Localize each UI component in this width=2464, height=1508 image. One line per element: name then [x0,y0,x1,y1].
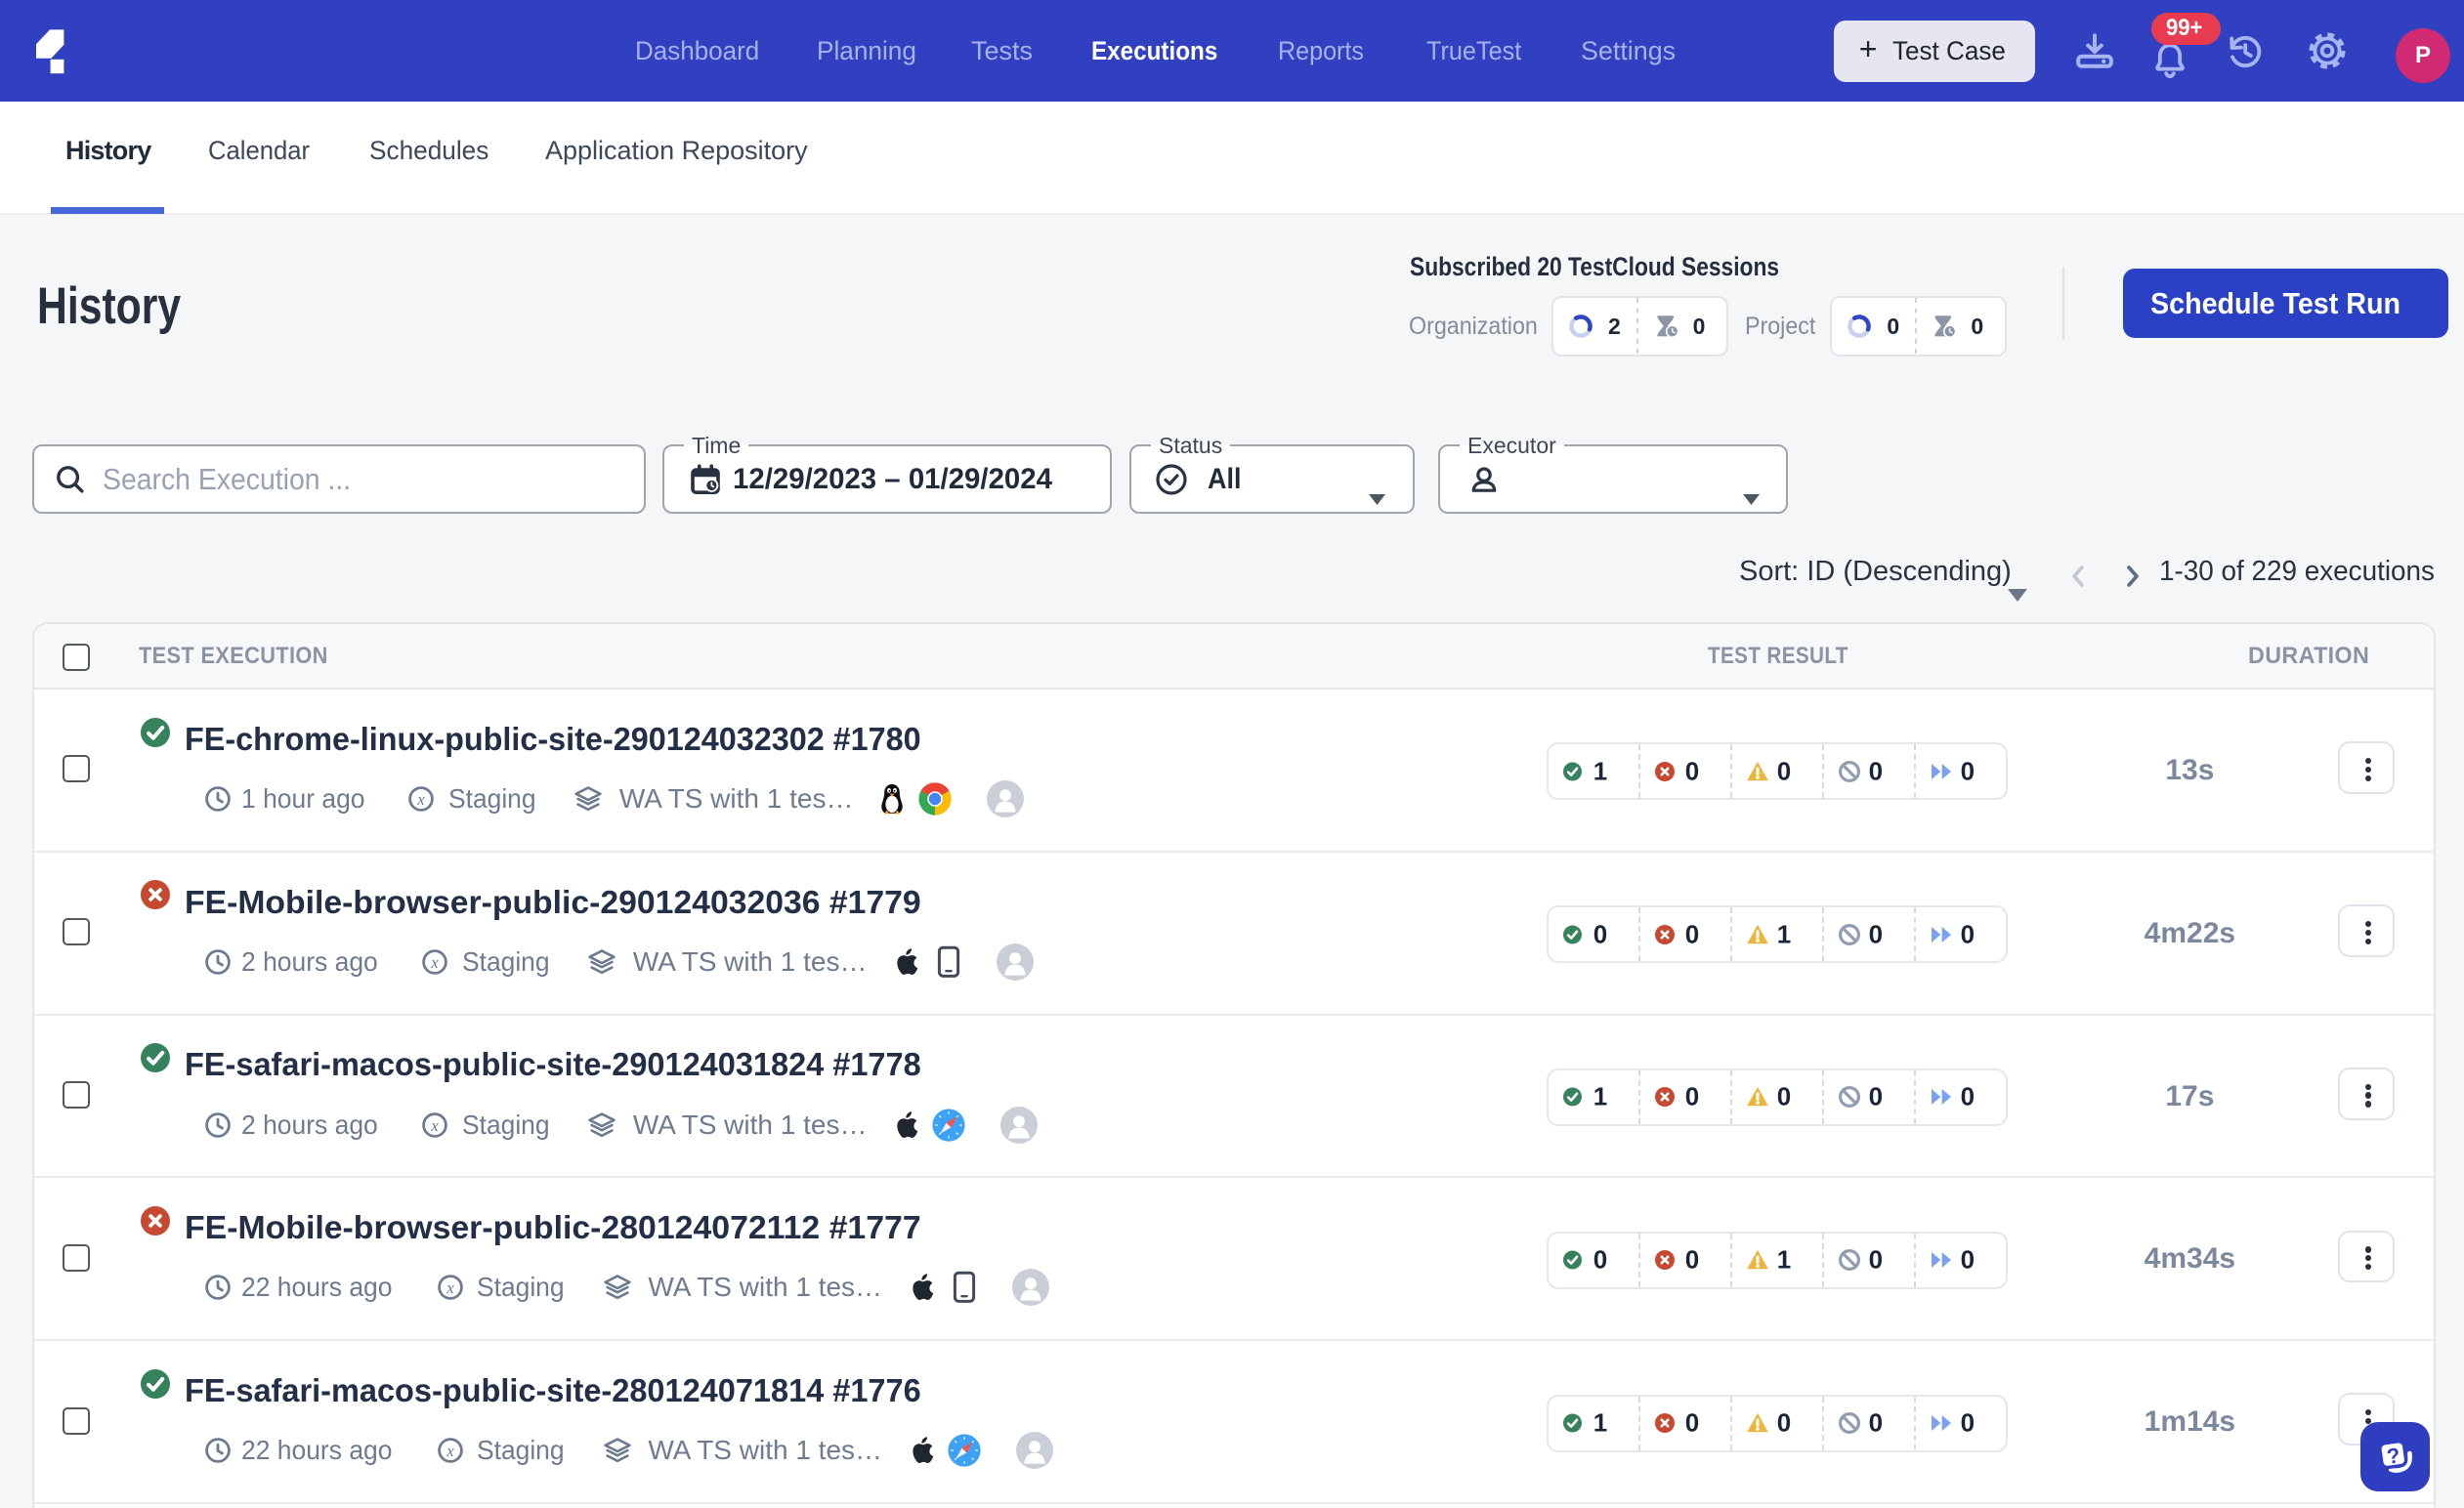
svg-text:x: x [431,953,440,972]
svg-text:x: x [446,1442,454,1460]
svg-text:x: x [446,1278,454,1297]
svg-text:x: x [417,790,426,809]
svg-text:x: x [431,1115,440,1134]
